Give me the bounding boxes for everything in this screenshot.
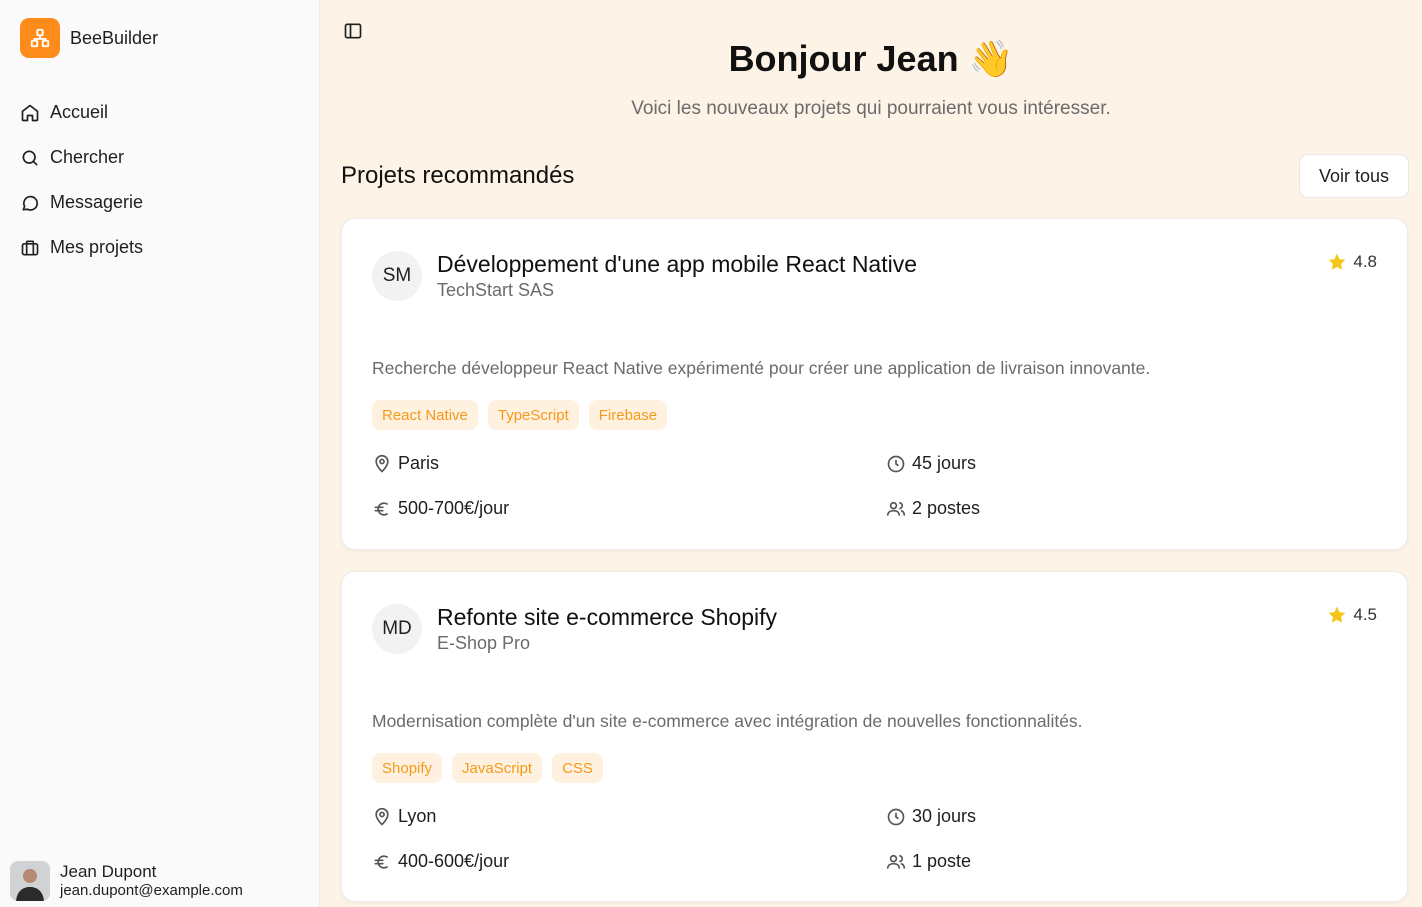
user-email: jean.dupont@example.com bbox=[60, 882, 243, 899]
duration-text: 45 jours bbox=[912, 453, 977, 473]
project-rate: 500-700€/jour bbox=[372, 498, 509, 519]
sidebar-nav: Accueil Chercher Messagerie Mes projets bbox=[20, 90, 143, 270]
page-subtitle: Voici les nouveaux projets qui pourraien… bbox=[631, 98, 1111, 119]
star-icon bbox=[1329, 606, 1346, 623]
positions-text: 2 postes bbox=[912, 498, 981, 518]
skill-tag: React Native bbox=[372, 400, 478, 430]
skill-tag: Shopify bbox=[372, 753, 443, 783]
sidebar-item-label: Messagerie bbox=[50, 192, 144, 212]
project-card[interactable]: SM Développement d'une app mobile React … bbox=[341, 218, 1408, 550]
user-name: Jean Dupont bbox=[60, 862, 157, 881]
page-title: Bonjour Jean 👋 bbox=[320, 38, 1422, 80]
user-profile[interactable]: Jean Dupont jean.dupont@example.com bbox=[10, 861, 243, 901]
rate-text: 400-600€/jour bbox=[398, 851, 510, 871]
sidebar-item-label: Mes projets bbox=[50, 237, 144, 257]
company-avatar: MD bbox=[372, 604, 422, 654]
brand[interactable]: BeeBuilder bbox=[20, 18, 158, 58]
clock-icon bbox=[887, 455, 905, 472]
avatar bbox=[10, 861, 50, 901]
project-location: Paris bbox=[372, 453, 439, 474]
sidebar: BeeBuilder Accueil Chercher Messagerie M… bbox=[0, 0, 320, 907]
skill-tag: CSS bbox=[552, 753, 603, 783]
users-icon bbox=[886, 501, 906, 516]
duration-text: 30 jours bbox=[912, 806, 977, 826]
location-text: Paris bbox=[398, 453, 440, 473]
project-card[interactable]: MD Refonte site e-commerce Shopify E-Sho… bbox=[341, 571, 1408, 902]
rating-value: 4.5 bbox=[1353, 605, 1377, 624]
brand-name: BeeBuilder bbox=[70, 27, 159, 48]
positions-text: 1 poste bbox=[912, 851, 972, 871]
skill-tags: React Native TypeScript Firebase bbox=[372, 400, 668, 430]
home-icon bbox=[21, 104, 39, 121]
project-positions: 1 poste bbox=[886, 851, 971, 872]
skill-tag: JavaScript bbox=[452, 753, 543, 783]
skill-tag: TypeScript bbox=[487, 400, 579, 430]
skill-tags: Shopify JavaScript CSS bbox=[372, 753, 603, 783]
see-all-button[interactable]: Voir tous bbox=[1299, 154, 1409, 198]
sidebar-item-label: Accueil bbox=[50, 102, 109, 122]
project-description: Modernisation complète d'un site e-comme… bbox=[372, 711, 1083, 731]
map-pin-icon bbox=[375, 454, 389, 473]
location-text: Lyon bbox=[398, 806, 437, 826]
map-pin-icon bbox=[375, 807, 389, 826]
euro-icon bbox=[374, 501, 388, 516]
clock-icon bbox=[887, 808, 905, 825]
sidebar-item-label: Chercher bbox=[50, 147, 125, 167]
brand-logo-icon bbox=[20, 18, 60, 58]
rating: 4.5 bbox=[1327, 605, 1377, 625]
skill-tag: Firebase bbox=[588, 400, 668, 430]
sidebar-item-accueil[interactable]: Accueil bbox=[20, 90, 143, 135]
project-description: Recherche développeur React Native expér… bbox=[372, 358, 1151, 378]
euro-icon bbox=[374, 854, 388, 869]
rating: 4.8 bbox=[1327, 252, 1377, 272]
project-location: Lyon bbox=[372, 806, 436, 827]
section-title: Projets recommandés bbox=[341, 162, 575, 189]
message-icon bbox=[22, 195, 38, 211]
star-icon bbox=[1329, 253, 1346, 270]
sidebar-item-chercher[interactable]: Chercher bbox=[20, 135, 143, 180]
company-avatar: SM bbox=[372, 251, 422, 301]
greeting-text: Bonjour Jean bbox=[728, 38, 959, 79]
sidebar-item-messagerie[interactable]: Messagerie bbox=[20, 180, 143, 225]
sidebar-item-mes-projets[interactable]: Mes projets bbox=[20, 225, 143, 270]
project-title[interactable]: Développement d'une app mobile React Nat… bbox=[437, 251, 917, 278]
rating-value: 4.8 bbox=[1353, 252, 1377, 271]
project-rate: 400-600€/jour bbox=[372, 851, 509, 872]
rate-text: 500-700€/jour bbox=[398, 498, 510, 518]
project-positions: 2 postes bbox=[886, 498, 980, 519]
search-icon bbox=[22, 150, 38, 165]
project-duration: 30 jours bbox=[886, 806, 976, 827]
project-title[interactable]: Refonte site e-commerce Shopify bbox=[437, 604, 777, 631]
company-name: E-Shop Pro bbox=[437, 633, 531, 653]
company-name: TechStart SAS bbox=[437, 280, 555, 300]
users-icon bbox=[886, 854, 906, 869]
briefcase-icon bbox=[21, 240, 39, 255]
waving-hand-icon: 👋 bbox=[968, 38, 1014, 79]
project-duration: 45 jours bbox=[886, 453, 976, 474]
